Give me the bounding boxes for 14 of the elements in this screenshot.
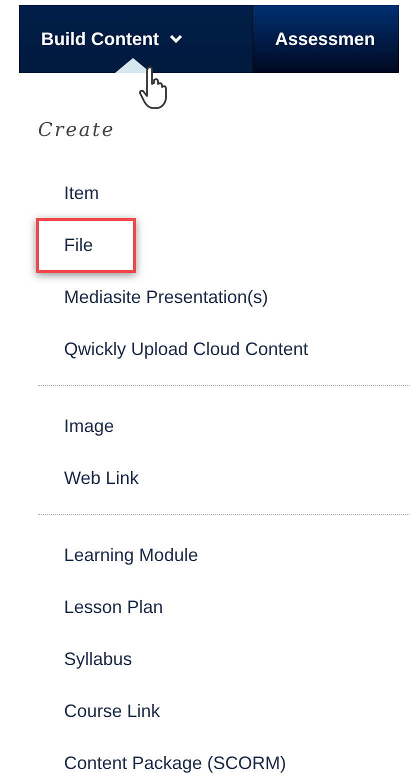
menu-item[interactable]: Item bbox=[36, 166, 118, 220]
menu-item[interactable]: Image bbox=[36, 398, 134, 454]
menu-item[interactable]: Qwickly Upload Cloud Content bbox=[36, 322, 328, 376]
menu-item[interactable]: Content Package (SCORM) bbox=[36, 736, 306, 781]
nav-tab[interactable]: Build Content bbox=[19, 5, 253, 73]
menu-item[interactable]: Syllabus bbox=[36, 632, 152, 686]
menu-item[interactable]: File bbox=[36, 218, 136, 272]
menu-item[interactable]: Mediasite Presentation(s) bbox=[36, 270, 288, 324]
menu-item[interactable]: Lesson Plan bbox=[36, 580, 182, 634]
menu-item[interactable]: Course Link bbox=[36, 684, 180, 738]
nav-tab[interactable]: Assessmen bbox=[253, 5, 400, 73]
menu-item[interactable]: Learning Module bbox=[36, 528, 218, 582]
menu-heading: Create bbox=[38, 119, 116, 141]
menu-item[interactable]: Web Link bbox=[36, 450, 158, 506]
